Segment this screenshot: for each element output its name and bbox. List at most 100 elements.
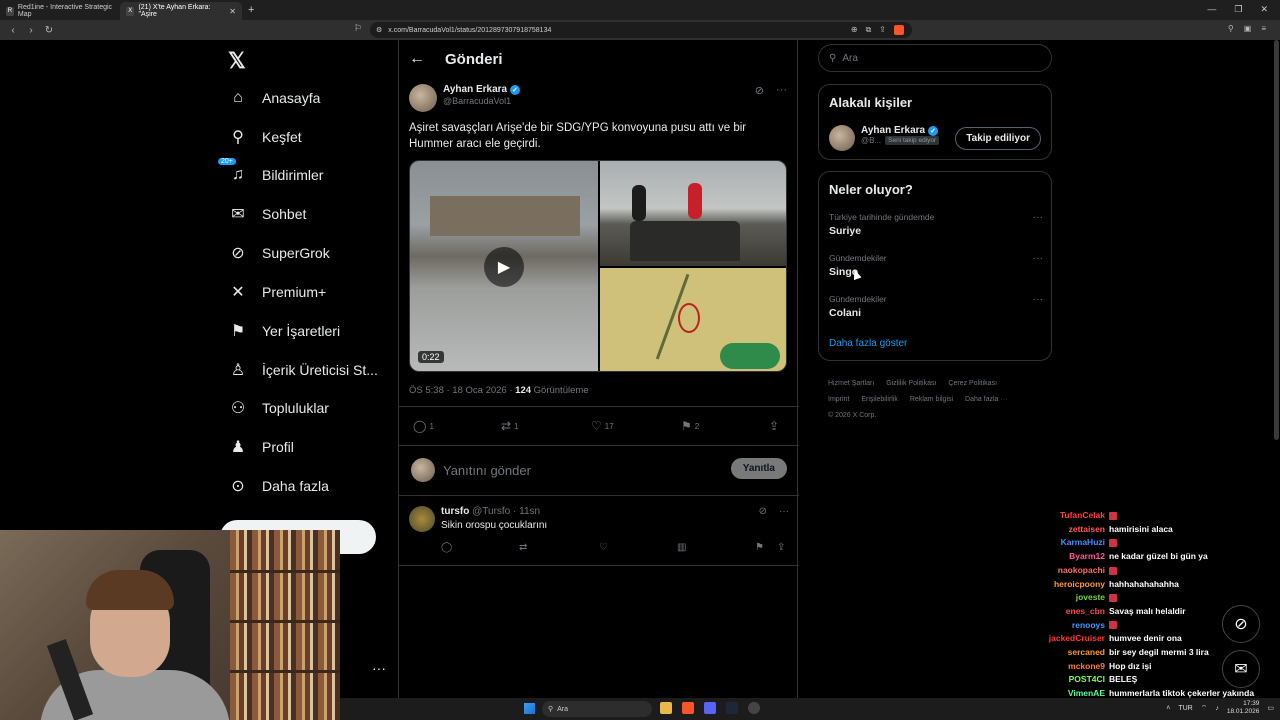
footer-link[interactable]: Reklam bilgisi xyxy=(910,396,953,403)
scrollbar[interactable] xyxy=(1274,40,1279,440)
nav-messages[interactable]: ✉ Sohbet xyxy=(228,204,306,224)
bookmark-page-icon[interactable]: ⚐ xyxy=(354,23,362,34)
heart-icon[interactable]: ♡ xyxy=(599,542,608,553)
repost-button[interactable]: ⇄ 1 xyxy=(501,419,519,433)
avatar[interactable] xyxy=(829,125,855,151)
comment-author-name[interactable]: tursfo xyxy=(441,506,469,517)
share-icon[interactable]: ⇪ xyxy=(879,25,886,35)
volume-icon[interactable]: ♪ xyxy=(1215,705,1219,712)
more-options-icon[interactable]: ··· xyxy=(779,506,789,517)
footer-link[interactable]: Hizmet Şartları xyxy=(828,380,874,387)
avatar[interactable] xyxy=(409,506,435,532)
more-options-icon[interactable]: ··· xyxy=(1033,294,1043,305)
more-options-icon[interactable]: ··· xyxy=(776,84,787,97)
chat-username[interactable]: POST4CI xyxy=(1030,674,1105,684)
discord-icon[interactable] xyxy=(704,702,716,714)
photo-vehicle[interactable] xyxy=(600,161,786,266)
reply-button[interactable]: ◯ 1 xyxy=(413,419,434,433)
related-name[interactable]: Ayhan Erkara xyxy=(861,125,925,136)
chat-username[interactable]: mckone9 xyxy=(1030,661,1105,671)
language-indicator[interactable]: TUR xyxy=(1178,705,1192,712)
chat-username[interactable]: naokopachi xyxy=(1030,565,1105,575)
steam-icon[interactable] xyxy=(726,702,738,714)
chat-username[interactable]: sercaned xyxy=(1030,647,1105,657)
nav-premium[interactable]: ✕ Premium+ xyxy=(228,282,326,302)
zoom-icon[interactable]: ⊕ xyxy=(851,25,858,35)
share-icon[interactable]: ⇪ xyxy=(777,542,785,553)
reply-icon[interactable]: ◯ xyxy=(441,542,452,553)
trend-item[interactable]: Türkiye tarihinde gündemde Suriye ··· xyxy=(829,212,1043,237)
chat-username[interactable]: Byarm12 xyxy=(1030,551,1105,561)
avatar[interactable] xyxy=(409,84,437,112)
obs-icon[interactable] xyxy=(748,702,760,714)
notification-icon[interactable]: ▭ xyxy=(1267,704,1274,712)
post-time[interactable]: ÖS 5:38 · 18 Oca 2026 · xyxy=(409,385,515,396)
nav-notifications[interactable]: ♫ 20+ Bildirimler xyxy=(218,158,323,185)
chat-username[interactable]: jackedCruiser xyxy=(1030,633,1105,643)
reload-button[interactable]: ↻ xyxy=(44,25,54,36)
file-explorer-icon[interactable] xyxy=(660,702,672,714)
tray-arrow-icon[interactable]: ˄ xyxy=(1166,705,1170,712)
post-author[interactable]: Ayhan Erkara ✓ @BarracudaVol1 xyxy=(409,84,521,112)
footer-link[interactable]: Çerez Politikası xyxy=(948,380,997,387)
x-logo[interactable]: 𝕏 xyxy=(228,48,246,74)
footer-link[interactable]: Gizlilik Politikası xyxy=(886,380,936,387)
menu-icon[interactable]: ≡ xyxy=(1261,24,1266,33)
like-button[interactable]: ♡ 17 xyxy=(591,419,614,433)
nav-bookmarks[interactable]: ⚑ Yer İşaretleri xyxy=(228,321,340,341)
nav-explore[interactable]: ⚲ Keşfet xyxy=(228,127,302,147)
views-icon[interactable]: ▥ xyxy=(677,542,686,553)
following-button[interactable]: Takip ediliyor xyxy=(955,127,1041,150)
photo-map[interactable] xyxy=(600,268,786,371)
nav-more[interactable]: ⊙ Daha fazla xyxy=(228,476,329,496)
more-options-icon[interactable]: ··· xyxy=(1033,212,1043,223)
reply-input[interactable]: Yanıtını gönder xyxy=(443,463,531,478)
site-info-icon[interactable]: ⚙ xyxy=(376,26,382,34)
search-input[interactable]: ⚲ Ara xyxy=(818,44,1052,72)
close-window-button[interactable]: ✕ xyxy=(1260,4,1268,15)
grok-icon[interactable]: ⊘ xyxy=(1222,605,1260,643)
nav-creator-studio[interactable]: ♙ İçerik Üreticisi St... xyxy=(228,360,378,380)
browser-tab-active[interactable]: X (21) X'te Ayhan Erkara: "Aşire ✕ xyxy=(120,2,242,20)
account-more-icon[interactable]: ··· xyxy=(372,660,386,676)
show-more-link[interactable]: Daha fazla göster xyxy=(829,338,907,349)
chat-username[interactable]: VimenAE xyxy=(1030,688,1105,698)
footer-link[interactable]: Daha fazla ··· xyxy=(965,396,1007,403)
brave-shields-icon[interactable] xyxy=(894,25,904,35)
chat-username[interactable]: joveste xyxy=(1030,592,1105,602)
grok-icon[interactable]: ⊘ xyxy=(755,84,764,97)
nav-home[interactable]: ⌂ Anasayfa xyxy=(228,88,320,108)
browser-tab[interactable]: R Red1ine - Interactive Strategic Map xyxy=(0,2,120,20)
chat-username[interactable]: renooys xyxy=(1030,620,1105,630)
brave-browser-icon[interactable] xyxy=(682,702,694,714)
footer-link[interactable]: Imprint xyxy=(828,396,849,403)
chat-username[interactable]: TufanCelak xyxy=(1030,510,1105,520)
video-thumbnail[interactable]: ▶ 0:22 xyxy=(410,161,598,371)
messages-icon[interactable]: ✉ xyxy=(1222,650,1260,688)
maximize-button[interactable]: ❐ xyxy=(1234,4,1242,15)
forward-button[interactable]: › xyxy=(26,25,36,36)
chat-username[interactable]: KarmaHuzi xyxy=(1030,537,1105,547)
post-media[interactable]: ▶ 0:22 xyxy=(409,160,787,372)
nav-supergrok[interactable]: ⊘ SuperGrok xyxy=(228,243,329,263)
address-bar[interactable]: ⚙ x.com/BarracudaVol1/status/20128973079… xyxy=(370,22,912,38)
tab-close-icon[interactable]: ✕ xyxy=(229,7,236,16)
bookmark-button[interactable]: ⚑ 2 xyxy=(681,419,699,433)
comment-item[interactable]: tursfo @Tursfo · 11sn Sikin orospu çocuk… xyxy=(399,496,799,566)
new-tab-button[interactable]: + xyxy=(248,4,254,16)
reply-submit-button[interactable]: Yanıtla xyxy=(730,458,787,479)
more-options-icon[interactable]: ··· xyxy=(1033,253,1043,264)
copy-link-icon[interactable]: ⧉ xyxy=(866,25,872,35)
footer-link[interactable]: Erişilebilirlik xyxy=(861,396,898,403)
trend-item[interactable]: Gündemdekiler Colani ··· xyxy=(829,294,1043,319)
repost-icon[interactable]: ⇄ xyxy=(519,542,527,553)
back-button[interactable]: ‹ xyxy=(8,25,18,36)
share-button[interactable]: ⇪ xyxy=(769,419,779,433)
extensions-icon[interactable]: ⚲ xyxy=(1228,24,1234,33)
taskbar-search[interactable]: ⚲ Ara xyxy=(542,701,652,717)
wallet-icon[interactable]: ▣ xyxy=(1244,24,1252,33)
windows-start-icon[interactable] xyxy=(524,703,535,714)
network-icon[interactable]: ⌔ xyxy=(1201,704,1208,713)
nav-profile[interactable]: ♟ Profil xyxy=(228,437,294,457)
minimize-button[interactable]: — xyxy=(1207,4,1216,15)
